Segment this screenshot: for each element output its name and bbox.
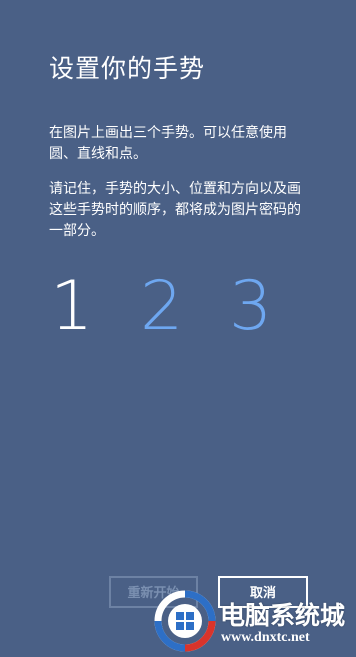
watermark-logo-icon <box>154 590 216 652</box>
reminder-text: 请记住，手势的大小、位置和方向以及画这些手势时的顺序，都将成为图片密码的一部分。 <box>49 181 301 239</box>
gesture-step-1: 1 <box>50 267 94 346</box>
page-title: 设置你的手势 <box>49 54 206 83</box>
gesture-step-2: 2 <box>140 267 184 346</box>
instruction-text: 在图片上画出三个手势。可以任意使用圆、直线和点。 <box>49 125 287 162</box>
watermark-site-name: 电脑系统城 <box>220 602 346 630</box>
watermark-url: www.dnxtc.net <box>221 630 310 645</box>
gesture-step-3: 3 <box>229 267 273 346</box>
gesture-step-indicator: 1 2 3 <box>0 262 356 352</box>
picture-password-panel: 设置你的手势 在图片上画出三个手势。可以任意使用圆、直线和点。 请记住，手势的大… <box>0 0 356 657</box>
